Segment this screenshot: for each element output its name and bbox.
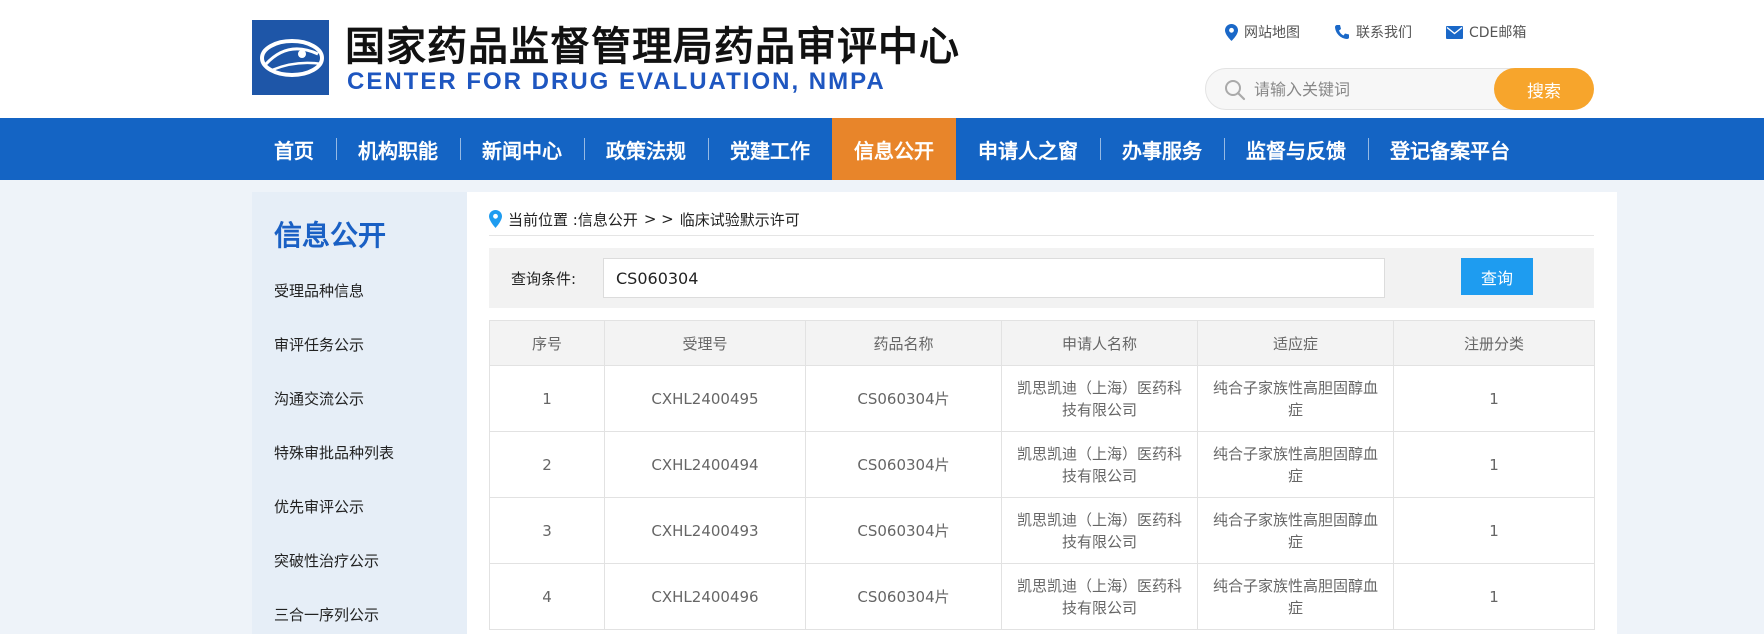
cell-applicant: 凯思凯迪（上海）医药科技有限公司: [1001, 563, 1198, 630]
cell-indication: 纯合子家族性高胆固醇血症: [1197, 365, 1394, 432]
breadcrumb: 当前位置 : 信息公开 > > 临床试验默示许可: [489, 208, 800, 230]
site-subtitle: CENTER FOR DRUG EVALUATION, NMPA: [347, 68, 886, 95]
site-logo[interactable]: [252, 20, 329, 95]
cell-acceptance-no: CXHL2400493: [604, 497, 806, 564]
table-row[interactable]: 2 CXHL2400494 CS060304片 凯思凯迪（上海）医药科技有限公司…: [489, 431, 1595, 498]
table-row[interactable]: 1 CXHL2400495 CS060304片 凯思凯迪（上海）医药科技有限公司…: [489, 365, 1595, 432]
map-pin-icon: [1225, 23, 1238, 41]
cell-registration-class: 1: [1393, 497, 1595, 564]
cell-index: 1: [489, 365, 605, 432]
sitemap-link-label: 网站地图: [1244, 25, 1300, 41]
cell-drug-name: CS060304片: [805, 431, 1002, 498]
cell-drug-name: CS060304片: [805, 365, 1002, 432]
top-links: 网站地图 联系我们 CDE邮箱: [1225, 20, 1526, 44]
cell-acceptance-no: CXHL2400495: [604, 365, 806, 432]
col-header-acceptance-no: 受理号: [604, 320, 806, 366]
site-title: 国家药品监督管理局药品审评中心: [345, 24, 960, 70]
breadcrumb-current: 临床试验默示许可: [679, 210, 800, 229]
col-header-index: 序号: [489, 320, 605, 366]
nav-item-services[interactable]: 办事服务: [1100, 118, 1224, 180]
sidebar-item-special-approval[interactable]: 特殊审批品种列表: [274, 442, 394, 463]
location-pin-icon: [489, 210, 502, 228]
nav-item-home[interactable]: 首页: [252, 118, 336, 180]
phone-icon: [1335, 25, 1349, 39]
breadcrumb-section-link[interactable]: 信息公开: [578, 209, 638, 230]
nav-item-applicant[interactable]: 申请人之窗: [956, 118, 1100, 180]
sidebar-item-accepted-varieties[interactable]: 受理品种信息: [274, 280, 364, 301]
query-input[interactable]: [603, 258, 1385, 298]
nav-item-functions[interactable]: 机构职能: [336, 118, 460, 180]
site-header: 国家药品监督管理局药品审评中心 CENTER FOR DRUG EVALUATI…: [0, 0, 1764, 118]
main-nav: 首页 机构职能 新闻中心 政策法规 党建工作 信息公开 申请人之窗 办事服务 监…: [0, 118, 1764, 180]
cell-applicant: 凯思凯迪（上海）医药科技有限公司: [1001, 497, 1198, 564]
results-table: 序号 受理号 药品名称 申请人名称 适应症 注册分类 1 CXHL2400495…: [489, 320, 1595, 630]
nav-item-registration[interactable]: 登记备案平台: [1368, 118, 1532, 180]
cell-indication: 纯合子家族性高胆固醇血症: [1197, 563, 1394, 630]
breadcrumb-prefix: 当前位置 :: [508, 210, 578, 229]
contact-link-label: 联系我们: [1356, 25, 1412, 41]
nav-item-policy[interactable]: 政策法规: [584, 118, 708, 180]
breadcrumb-divider: [489, 235, 1594, 236]
cell-index: 3: [489, 497, 605, 564]
query-panel: 查询条件: 查询: [489, 248, 1594, 308]
cell-drug-name: CS060304片: [805, 563, 1002, 630]
email-link[interactable]: CDE邮箱: [1446, 22, 1526, 42]
table-row[interactable]: 3 CXHL2400493 CS060304片 凯思凯迪（上海）医药科技有限公司…: [489, 497, 1595, 564]
sitemap-link[interactable]: 网站地图: [1225, 22, 1300, 42]
nav-item-party[interactable]: 党建工作: [708, 118, 832, 180]
search-icon: [1225, 80, 1246, 101]
contact-link[interactable]: 联系我们: [1334, 22, 1412, 42]
logo-emblem-icon: [260, 39, 324, 77]
sidebar-item-review-tasks[interactable]: 审评任务公示: [274, 334, 364, 355]
sidebar: 信息公开 受理品种信息 审评任务公示 沟通交流公示 特殊审批品种列表 优先审评公…: [252, 192, 467, 634]
search-input[interactable]: [1254, 75, 1484, 103]
cell-index: 2: [489, 431, 605, 498]
query-label: 查询条件:: [511, 270, 577, 288]
cell-registration-class: 1: [1393, 563, 1595, 630]
query-button[interactable]: 查询: [1461, 258, 1533, 295]
nav-item-feedback[interactable]: 监督与反馈: [1224, 118, 1368, 180]
cell-acceptance-no: CXHL2400494: [604, 431, 806, 498]
table-row[interactable]: 4 CXHL2400496 CS060304片 凯思凯迪（上海）医药科技有限公司…: [489, 563, 1595, 630]
cell-acceptance-no: CXHL2400496: [604, 563, 806, 630]
cell-applicant: 凯思凯迪（上海）医药科技有限公司: [1001, 365, 1198, 432]
cell-registration-class: 1: [1393, 365, 1595, 432]
breadcrumb-separator: > >: [643, 210, 674, 228]
col-header-registration-class: 注册分类: [1393, 320, 1595, 366]
email-link-label: CDE邮箱: [1469, 25, 1527, 41]
cell-index: 4: [489, 563, 605, 630]
sidebar-item-communication[interactable]: 沟通交流公示: [274, 388, 364, 409]
col-header-applicant: 申请人名称: [1001, 320, 1198, 366]
table-header-row: 序号 受理号 药品名称 申请人名称 适应症 注册分类: [489, 320, 1595, 366]
main-content: 当前位置 : 信息公开 > > 临床试验默示许可 查询条件: 查询 序号 受理号…: [467, 192, 1617, 634]
cell-applicant: 凯思凯迪（上海）医药科技有限公司: [1001, 431, 1198, 498]
mail-icon: [1446, 25, 1463, 39]
cell-indication: 纯合子家族性高胆固醇血症: [1197, 431, 1394, 498]
cell-registration-class: 1: [1393, 431, 1595, 498]
nav-item-news[interactable]: 新闻中心: [460, 118, 584, 180]
sidebar-item-priority-review[interactable]: 优先审评公示: [274, 496, 364, 517]
cell-drug-name: CS060304片: [805, 497, 1002, 564]
col-header-drug-name: 药品名称: [805, 320, 1002, 366]
search-button[interactable]: 搜索: [1494, 68, 1594, 110]
sidebar-title: 信息公开: [274, 219, 387, 252]
nav-item-info-disclosure[interactable]: 信息公开: [832, 118, 956, 180]
col-header-indication: 适应症: [1197, 320, 1394, 366]
sidebar-item-three-in-one[interactable]: 三合一序列公示: [274, 604, 379, 625]
cell-indication: 纯合子家族性高胆固醇血症: [1197, 497, 1394, 564]
sidebar-item-breakthrough[interactable]: 突破性治疗公示: [274, 550, 379, 571]
